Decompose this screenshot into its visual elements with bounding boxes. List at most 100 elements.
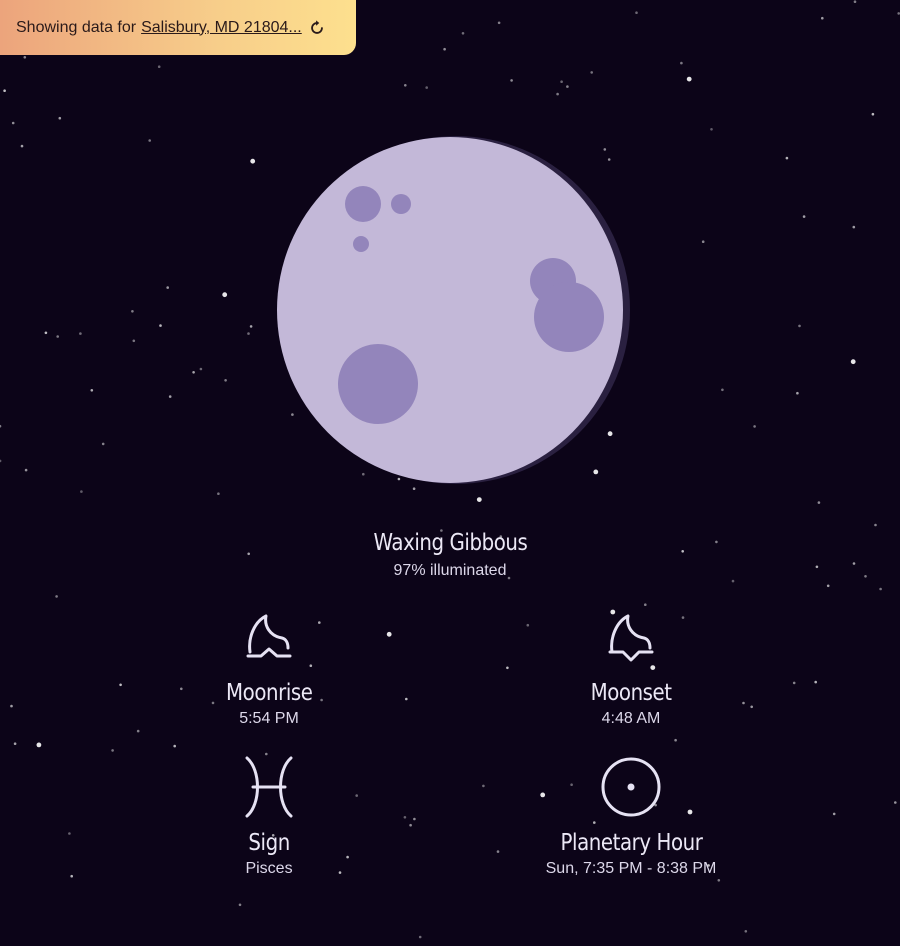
refresh-icon[interactable] — [308, 19, 326, 37]
star — [224, 379, 227, 382]
moonrise-value: 5:54 PM — [239, 710, 299, 727]
star — [556, 92, 559, 96]
star — [871, 112, 875, 116]
star — [879, 587, 882, 591]
sign-label: Sign — [248, 830, 290, 856]
planetary-hour-value: Sun, 7:35 PM - 8:38 PM — [545, 860, 717, 877]
star — [101, 442, 105, 446]
moonrise-stat: Moonrise 5:54 PM — [119, 612, 419, 728]
moonrise-label: Moonrise — [225, 680, 313, 706]
star — [443, 47, 446, 51]
moon-crater — [534, 282, 604, 352]
star — [814, 680, 817, 684]
star — [560, 80, 563, 83]
star — [111, 749, 114, 752]
star — [20, 144, 24, 148]
star — [425, 86, 429, 89]
star — [796, 391, 799, 395]
star — [850, 359, 856, 365]
star — [832, 812, 836, 816]
star — [265, 752, 268, 756]
star — [173, 744, 176, 748]
moon-phase-summary: Waxing Gibbous 97% illuminated — [0, 530, 900, 580]
star — [821, 16, 824, 20]
star — [11, 121, 15, 125]
star — [68, 832, 71, 835]
moon-illustration — [277, 136, 630, 484]
star — [674, 738, 677, 742]
star — [222, 292, 228, 298]
moon-crater — [345, 186, 381, 222]
star — [686, 76, 692, 82]
location-link[interactable]: Salisbury, MD 21804... — [141, 19, 302, 37]
moonset-icon — [608, 614, 654, 662]
star — [753, 425, 756, 428]
star — [58, 116, 62, 120]
star — [70, 874, 73, 878]
moon-crater — [338, 344, 418, 424]
star — [44, 331, 48, 335]
star — [157, 65, 161, 68]
star — [0, 459, 2, 463]
star — [802, 215, 806, 218]
star — [159, 324, 162, 327]
illumination-text: 97% illuminated — [393, 562, 507, 579]
star — [680, 61, 683, 65]
star — [731, 579, 735, 583]
star — [874, 523, 877, 527]
moonset-stat: Moonset 4:48 AM — [481, 612, 781, 728]
star — [166, 286, 169, 289]
star — [3, 89, 6, 92]
star — [566, 85, 569, 88]
star — [90, 389, 94, 392]
star — [199, 367, 203, 371]
star — [852, 225, 856, 229]
star — [590, 71, 593, 74]
planetary-hour-stat: Planetary Hour Sun, 7:35 PM - 8:38 PM — [481, 756, 781, 878]
moonset-value: 4:48 AM — [601, 710, 661, 727]
star — [817, 501, 821, 504]
sign-value: Pisces — [245, 860, 293, 877]
phase-name: Waxing Gibbous — [373, 530, 527, 556]
star — [461, 32, 465, 35]
star — [10, 704, 13, 708]
star — [249, 325, 253, 328]
star — [56, 335, 59, 338]
star — [247, 332, 250, 335]
star — [238, 903, 242, 907]
star — [798, 324, 801, 328]
star — [635, 11, 638, 14]
moon-crater — [391, 194, 411, 214]
star — [79, 332, 82, 335]
star — [894, 801, 897, 804]
star — [476, 497, 482, 502]
star — [853, 0, 857, 3]
star — [510, 79, 513, 82]
moon-crater — [353, 236, 369, 252]
pisces-icon — [245, 756, 293, 818]
star — [497, 21, 501, 25]
star — [785, 156, 789, 160]
location-prefix: Showing data for — [16, 18, 137, 36]
star — [136, 729, 140, 733]
star — [250, 158, 256, 164]
moonrise-icon — [246, 614, 292, 658]
star — [717, 879, 721, 882]
star — [24, 468, 28, 472]
sun-symbol-icon — [601, 757, 661, 817]
star — [644, 603, 647, 606]
star — [168, 395, 172, 398]
star — [217, 492, 220, 496]
star — [148, 139, 151, 142]
star — [0, 424, 2, 428]
moonset-label: Moonset — [590, 680, 672, 706]
star — [80, 490, 83, 493]
star — [710, 128, 713, 131]
sign-stat: Sign Pisces — [119, 756, 419, 878]
star — [23, 56, 27, 59]
star — [404, 84, 407, 87]
star — [55, 595, 58, 598]
star — [36, 742, 42, 748]
star — [132, 339, 136, 343]
location-banner: Showing data for Salisbury, MD 21804... — [0, 0, 356, 55]
